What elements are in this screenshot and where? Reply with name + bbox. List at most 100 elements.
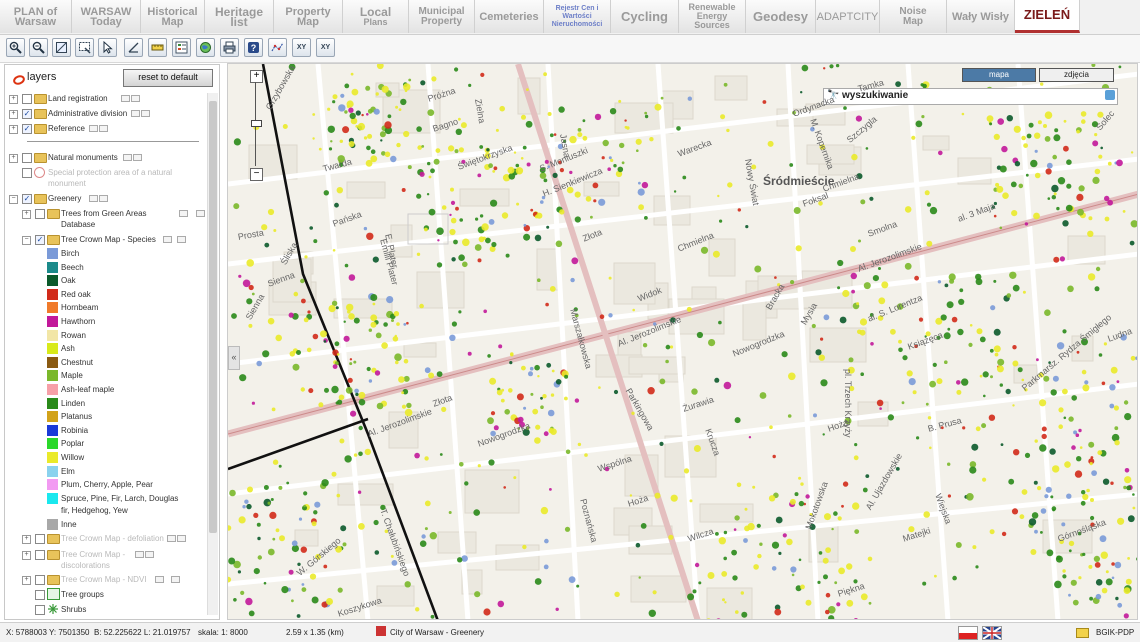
- layer-info-icon[interactable]: [99, 195, 108, 202]
- layer-opacity-icon[interactable]: [163, 236, 172, 243]
- layer-info-icon[interactable]: [145, 551, 154, 558]
- collapse-toggle-crown-species[interactable]: −: [22, 236, 31, 245]
- scrollbar-thumb[interactable]: [209, 101, 217, 533]
- print-icon[interactable]: [220, 38, 239, 57]
- checkbox-natural-monuments[interactable]: [22, 153, 32, 163]
- checkbox-special-protection[interactable]: [22, 168, 32, 178]
- layer-trees-database[interactable]: Trees from Green Areas: [61, 209, 147, 218]
- checkbox-reference[interactable]: ✓: [22, 124, 32, 134]
- tab-municipal-property[interactable]: Municipal Property: [409, 0, 475, 33]
- zoom-box-icon[interactable]: [75, 38, 94, 57]
- zoom-minus-icon[interactable]: −: [250, 168, 263, 181]
- layer-opacity-icon[interactable]: [121, 95, 130, 102]
- checkbox-shrubs[interactable]: [35, 605, 45, 615]
- tab-heritage-list[interactable]: Heritage list: [205, 0, 274, 33]
- expand-toggle-trees-db[interactable]: +: [22, 210, 31, 219]
- globe-icon[interactable]: [196, 38, 215, 57]
- tab-plan-of-warsaw[interactable]: PLAN of Warsaw: [0, 0, 72, 33]
- cursor-select-icon[interactable]: [98, 38, 117, 57]
- photo-mode-button[interactable]: zdjęcia: [1039, 68, 1114, 82]
- checkbox-tree-groups[interactable]: [35, 590, 45, 600]
- english-flag-icon[interactable]: [982, 626, 1002, 640]
- layer-opacity-icon[interactable]: [135, 551, 144, 558]
- layer-info-icon[interactable]: [141, 110, 150, 117]
- route-icon[interactable]: [268, 38, 287, 57]
- layer-crown-species[interactable]: Tree Crown Map - Species: [61, 235, 156, 244]
- expand-toggle-land[interactable]: +: [9, 95, 18, 104]
- layers-scrollbar[interactable]: [207, 93, 218, 615]
- layer-opacity-icon[interactable]: [167, 535, 176, 542]
- expand-toggle-natural[interactable]: +: [9, 154, 18, 163]
- layer-shrubs[interactable]: Shrubs: [61, 605, 86, 614]
- measure-length-icon[interactable]: [148, 38, 167, 57]
- tab-historical-map[interactable]: Historical Map: [141, 0, 205, 33]
- collapse-toggle-greenery[interactable]: −: [9, 195, 18, 204]
- zoom-extent-icon[interactable]: [52, 38, 71, 57]
- legend-icon[interactable]: [172, 38, 191, 57]
- collapse-panel-icon[interactable]: «: [228, 346, 240, 370]
- expand-toggle-ndvi[interactable]: +: [22, 576, 31, 585]
- help-icon[interactable]: ?: [244, 38, 263, 57]
- xy-search-icon[interactable]: XY: [316, 38, 335, 57]
- layer-info-icon[interactable]: [177, 535, 186, 542]
- layer-opacity-icon[interactable]: [155, 576, 164, 583]
- checkbox-crown-species[interactable]: ✓: [35, 235, 45, 245]
- checkbox-crown-discoloration[interactable]: [35, 550, 45, 560]
- layer-special-protection[interactable]: Special protection area of a natural: [48, 168, 172, 177]
- checkbox-land-registration[interactable]: [22, 94, 32, 104]
- zoom-out-icon[interactable]: [29, 38, 48, 57]
- checkbox-crown-ndvi[interactable]: [35, 575, 45, 585]
- layer-info-icon[interactable]: [196, 210, 205, 217]
- expand-toggle-admin[interactable]: +: [9, 110, 18, 119]
- zoom-slider[interactable]: + −: [250, 70, 263, 181]
- zoom-in-icon[interactable]: [6, 38, 25, 57]
- tab-waly-wisly[interactable]: Wały Wisły: [947, 0, 1015, 33]
- search-expand-icon[interactable]: [1105, 90, 1115, 100]
- checkbox-crown-defoliation[interactable]: [35, 534, 45, 544]
- layer-land-registration[interactable]: Land registration: [48, 94, 108, 103]
- tab-property-map[interactable]: Property Map: [274, 0, 343, 33]
- mail-icon[interactable]: [1076, 628, 1089, 638]
- layer-tree-groups[interactable]: Tree groups: [61, 590, 104, 599]
- expand-toggle-discoloration[interactable]: +: [22, 551, 31, 560]
- zoom-handle[interactable]: [251, 120, 262, 127]
- tab-rejestr-cen[interactable]: Rejestr Cen i Wartości Nieruchomości: [544, 0, 611, 33]
- layer-info-icon[interactable]: [133, 154, 142, 161]
- layer-info-icon[interactable]: [131, 95, 140, 102]
- layer-greenery[interactable]: Greenery: [48, 194, 81, 203]
- layer-opacity-icon[interactable]: [89, 195, 98, 202]
- map-mode-button[interactable]: mapa: [962, 68, 1036, 82]
- tab-renewable-energy[interactable]: Renewable Energy Sources: [679, 0, 746, 33]
- tab-geodesy[interactable]: Geodesy: [746, 0, 816, 33]
- xy-coordinates-icon[interactable]: XY: [292, 38, 311, 57]
- layer-crown-discoloration[interactable]: Tree Crown Map -: [61, 550, 125, 559]
- checkbox-trees-database[interactable]: [35, 209, 45, 219]
- tab-warsaw-today[interactable]: WARSAW Today: [72, 0, 141, 33]
- polish-flag-icon[interactable]: [958, 626, 978, 640]
- layer-opacity-icon[interactable]: [179, 210, 188, 217]
- layer-info-icon[interactable]: [177, 236, 186, 243]
- layer-crown-defoliation[interactable]: Tree Crown Map - defoliation: [61, 534, 164, 543]
- checkbox-greenery[interactable]: ✓: [22, 194, 32, 204]
- tab-local-plans[interactable]: Local Plans: [343, 0, 409, 33]
- layer-crown-ndvi[interactable]: Tree Crown Map - NDVI: [61, 575, 147, 584]
- layer-natural-monuments[interactable]: Natural monuments: [48, 153, 118, 162]
- zoom-plus-icon[interactable]: +: [250, 70, 263, 83]
- tab-cemeteries[interactable]: Cemeteries: [475, 0, 544, 33]
- layer-administrative-division[interactable]: Administrative division: [48, 109, 127, 118]
- tab-adaptcity[interactable]: ADAPTCITY: [816, 0, 880, 33]
- layer-info-icon[interactable]: [99, 125, 108, 132]
- layer-opacity-icon[interactable]: [131, 110, 140, 117]
- layer-opacity-icon[interactable]: [89, 125, 98, 132]
- reset-to-default-button[interactable]: reset to default: [123, 69, 213, 87]
- tab-zielen[interactable]: ZIELEŃ: [1015, 0, 1080, 33]
- layer-reference[interactable]: Reference: [48, 124, 85, 133]
- layer-opacity-icon[interactable]: [123, 154, 132, 161]
- tab-noise-map[interactable]: Noise Map: [880, 0, 947, 33]
- map-view[interactable]: + − mapa zdjęcia 🔭 wyszukiwanie Śródmieś…: [227, 63, 1138, 620]
- expand-toggle-defoliation[interactable]: +: [22, 535, 31, 544]
- measure-angle-icon[interactable]: [124, 38, 143, 57]
- checkbox-administrative-division[interactable]: ✓: [22, 109, 32, 119]
- tab-cycling[interactable]: Cycling: [611, 0, 679, 33]
- expand-toggle-reference[interactable]: +: [9, 125, 18, 134]
